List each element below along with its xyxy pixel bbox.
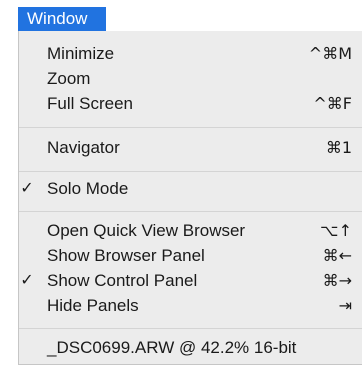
menu-item-shortcut: ^⌘M xyxy=(308,44,352,63)
menu-item-full-screen[interactable]: Full Screen ^⌘F xyxy=(19,91,362,117)
menu-item-minimize[interactable]: Minimize ^⌘M xyxy=(19,41,362,67)
menu-item-show-control-panel[interactable]: ✓ Show Control Panel ⌘→ xyxy=(19,268,362,294)
menu-item-shortcut: ⌘1 xyxy=(325,138,352,157)
menu-item-label: Full Screen xyxy=(47,94,133,113)
menu-item-shortcut: ⌘← xyxy=(322,246,352,265)
menu-item-zoom[interactable]: Zoom xyxy=(19,66,362,92)
menu-item-shortcut: ^⌘F xyxy=(313,94,352,113)
checkmark-icon: ✓ xyxy=(20,180,34,197)
menu-item-open-document[interactable]: _DSC0699.ARW @ 42.2% 16-bit xyxy=(19,335,362,361)
menu-item-label: Show Browser Panel xyxy=(47,246,205,265)
menu-separator xyxy=(19,171,362,172)
menu-item-solo-mode[interactable]: ✓ Solo Mode xyxy=(19,176,362,202)
menu-item-label: Navigator xyxy=(47,138,120,157)
menu-item-label: _DSC0699.ARW @ 42.2% 16-bit xyxy=(47,338,297,357)
menu-item-label: Hide Panels xyxy=(47,296,139,315)
menu-item-open-quick-view-browser[interactable]: Open Quick View Browser ⌥↑ xyxy=(19,218,362,244)
menu-item-navigator[interactable]: Navigator ⌘1 xyxy=(19,135,362,161)
window-menu: Minimize ^⌘M Zoom Full Screen ^⌘F Naviga… xyxy=(18,31,362,365)
menu-item-label: Show Control Panel xyxy=(47,271,198,290)
window-menu-title[interactable]: Window xyxy=(18,7,106,31)
menu-separator xyxy=(19,211,362,212)
menu-item-shortcut: ⇥ xyxy=(338,296,352,315)
menu-item-label: Minimize xyxy=(47,44,115,63)
menu-item-label: Solo Mode xyxy=(47,179,129,198)
menu-bar: Window xyxy=(0,0,362,31)
menu-item-shortcut: ⌘→ xyxy=(322,271,352,290)
menu-item-show-browser-panel[interactable]: Show Browser Panel ⌘← xyxy=(19,243,362,269)
menu-separator xyxy=(19,127,362,128)
checkmark-icon: ✓ xyxy=(20,272,34,289)
menu-separator xyxy=(19,328,362,329)
menu-item-label: Zoom xyxy=(47,69,91,88)
menu-item-hide-panels[interactable]: Hide Panels ⇥ xyxy=(19,293,362,319)
menu-item-shortcut: ⌥↑ xyxy=(320,221,352,240)
menu-item-label: Open Quick View Browser xyxy=(47,221,246,240)
